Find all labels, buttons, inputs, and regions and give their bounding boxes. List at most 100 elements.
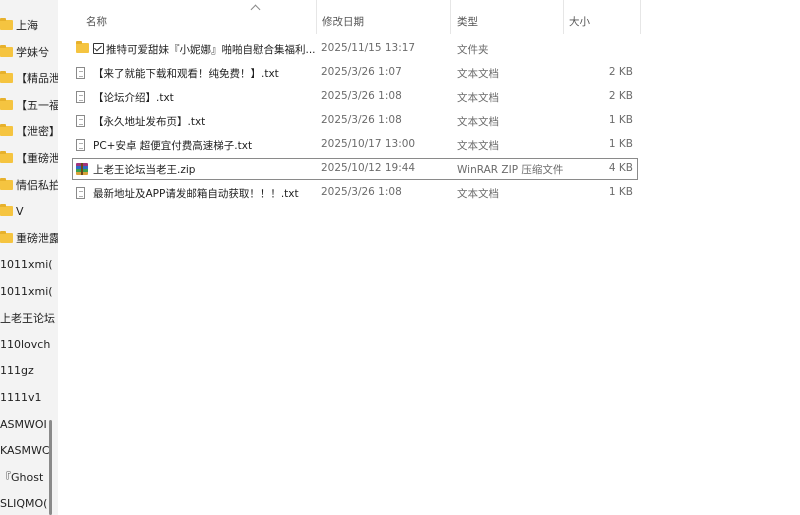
folder-icon: [0, 204, 13, 217]
file-modified-date: 2025/10/17 13:00: [321, 138, 416, 150]
text-file-icon: [76, 115, 85, 130]
folder-icon: [0, 124, 13, 137]
file-row[interactable]: 上老王论坛当老王.zip 2025/10/12 19:44 WinRAR ZIP 压…: [72, 158, 638, 180]
file-name-text: 推特可爱甜妹『小妮娜』啪啪自慰合集福利...: [106, 44, 316, 56]
file-size: 4 KB: [608, 162, 633, 174]
nav-item-label: 【精品泄: [16, 72, 58, 86]
nav-scrollbar[interactable]: [49, 420, 52, 515]
file-name: 【来了就能下载和观看！纯免费！】.txt: [93, 66, 279, 81]
nav-item-label: 学妹兮: [16, 45, 49, 59]
nav-item-label: SLIQMO(: [0, 497, 48, 511]
nav-item[interactable]: 1111v1: [0, 386, 58, 408]
nav-item-label: 【重磅泄: [16, 152, 58, 165]
folder-icon: [0, 97, 13, 110]
nav-item[interactable]: 情侣私拍: [0, 174, 58, 196]
nav-item-label: 【泄密】: [16, 125, 58, 139]
file-size: 1 KB: [608, 138, 633, 150]
folder-icon: [0, 230, 13, 243]
file-name-text: PC+安卓 超便宜付费高速梯子.txt: [93, 140, 253, 152]
nav-item-label: 【五一福: [16, 98, 58, 112]
nav-item-label: 上海: [16, 19, 38, 32]
checkbox-glyph-icon: [93, 43, 104, 54]
file-name-text: 【论坛介绍】.txt: [93, 92, 174, 104]
nav-item[interactable]: 上老王论坛: [0, 307, 58, 329]
file-name-text: 上老王论坛当老王.zip: [93, 164, 196, 176]
folder-icon: [0, 44, 13, 57]
nav-item[interactable]: 重磅泄露: [0, 227, 58, 249]
file-modified-date: 2025/3/26 1:07: [321, 66, 402, 78]
file-name: 【永久地址发布页】.txt: [93, 114, 205, 129]
sort-ascending-icon: [250, 4, 261, 15]
nav-item[interactable]: 【重磅泄: [0, 147, 58, 169]
file-name: PC+安卓 超便宜付费高速梯子.txt: [93, 138, 252, 153]
nav-item[interactable]: 111gz: [0, 360, 58, 382]
nav-item-label: V: [16, 204, 24, 218]
file-row[interactable]: 最新地址及APP请发邮箱自动获取！！！.txt 2025/3/26 1:08 文本文…: [72, 182, 638, 204]
column-divider[interactable]: [563, 0, 564, 34]
text-file-icon: [76, 91, 85, 106]
nav-item-label: 1111v1: [0, 390, 42, 404]
file-size: 2 KB: [608, 90, 633, 102]
file-name: 【论坛介绍】.txt: [93, 90, 174, 105]
nav-item[interactable]: 上海: [0, 14, 58, 36]
file-type: 文本文档: [457, 188, 499, 200]
file-type: 文本文档: [457, 116, 499, 128]
nav-item[interactable]: 学妹兮: [0, 41, 58, 63]
column-divider[interactable]: [316, 0, 317, 34]
column-name[interactable]: 名称: [86, 14, 107, 29]
nav-item-label: 1011xmi(: [0, 284, 53, 298]
nav-item[interactable]: 1011xmi(: [0, 280, 58, 302]
file-row[interactable]: 【永久地址发布页】.txt 2025/3/26 1:08 文本文档 1 KB: [72, 110, 638, 132]
file-type: 文件夹: [457, 44, 489, 56]
nav-item-label: 重磅泄露: [16, 231, 58, 245]
file-name-text: 【永久地址发布页】.txt: [93, 116, 206, 128]
file-type: 文本文档: [457, 140, 499, 152]
file-size: 1 KB: [608, 186, 633, 198]
file-row[interactable]: 【论坛介绍】.txt 2025/3/26 1:08 文本文档 2 KB: [72, 86, 638, 108]
folder-icon: [0, 177, 13, 190]
file-modified-date: 2025/3/26 1:08: [321, 114, 402, 126]
nav-item[interactable]: 110lovch: [0, 333, 58, 355]
winrar-archive-icon: [76, 163, 88, 178]
folder-icon: [0, 71, 13, 84]
file-size: 1 KB: [608, 114, 633, 126]
nav-item-label: KASMWC: [0, 444, 50, 458]
text-file-icon: [76, 139, 85, 154]
nav-item-label: ASMWOI: [0, 417, 47, 431]
folder-icon: [0, 18, 13, 30]
nav-item-label: 111gz: [0, 364, 34, 378]
column-header: 名称 修改日期 类型 大小: [58, 0, 800, 36]
file-name: 上老王论坛当老王.zip: [93, 162, 195, 177]
column-size[interactable]: 大小: [569, 14, 590, 29]
navigation-pane: 上海学妹兮【精品泄【五一福【泄密】【重磅泄情侣私拍 V 重磅泄露 1011xmi( 10…: [0, 0, 58, 515]
file-type: WinRAR ZIP 压缩文件: [457, 164, 564, 176]
file-name: 推特可爱甜妹『小妮娜』啪啪自慰合集福利...: [93, 42, 316, 57]
column-divider[interactable]: [450, 0, 451, 34]
text-file-icon: [76, 67, 85, 82]
file-modified-date: 2025/10/12 19:44: [321, 162, 416, 174]
nav-item-label: 情侣私拍: [16, 178, 58, 192]
text-file-icon: [76, 187, 85, 202]
nav-item-label: 110lovch: [0, 337, 51, 351]
file-row[interactable]: 推特可爱甜妹『小妮娜』啪啪自慰合集福利... 2025/11/15 13:17 文件…: [72, 38, 638, 60]
nav-item-label: 上老王论坛: [0, 311, 55, 325]
file-name-text: 【来了就能下载和观看！纯免费！】.txt: [93, 68, 279, 80]
column-divider[interactable]: [640, 0, 641, 34]
file-row[interactable]: PC+安卓 超便宜付费高速梯子.txt 2025/10/17 13:00 文本文档 1…: [72, 134, 638, 156]
file-type: 文本文档: [457, 68, 499, 80]
nav-item[interactable]: V: [0, 200, 58, 222]
nav-item-label: 1011xmi(: [0, 257, 53, 271]
file-modified-date: 2025/11/15 13:17: [321, 42, 416, 54]
nav-item[interactable]: 【泄密】: [0, 120, 58, 142]
column-type[interactable]: 类型: [457, 14, 478, 29]
file-name: 最新地址及APP请发邮箱自动获取！！！.txt: [93, 186, 299, 201]
nav-item[interactable]: 1011xmi(: [0, 253, 58, 275]
nav-item[interactable]: 【精品泄: [0, 67, 58, 89]
file-type: 文本文档: [457, 92, 499, 104]
column-date[interactable]: 修改日期: [322, 14, 364, 29]
file-row[interactable]: 【来了就能下载和观看！纯免费！】.txt 2025/3/26 1:07 文本文档 2 …: [72, 62, 638, 84]
nav-item-label: 『Ghost: [0, 471, 44, 485]
file-modified-date: 2025/3/26 1:08: [321, 186, 402, 198]
nav-item[interactable]: 【五一福: [0, 94, 58, 116]
folder-icon: [0, 151, 13, 163]
